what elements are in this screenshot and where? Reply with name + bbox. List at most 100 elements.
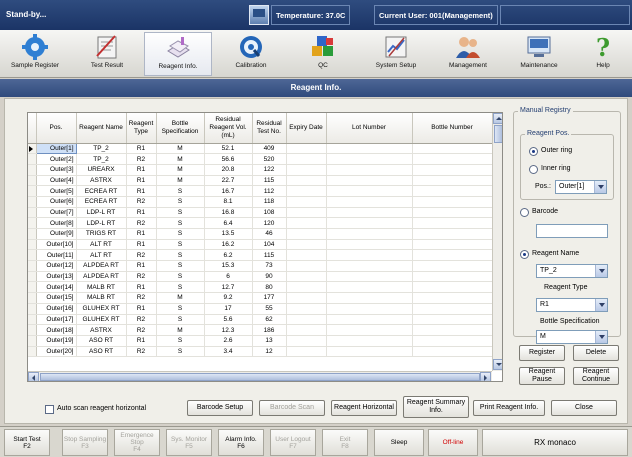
chevron-down-icon[interactable] (594, 181, 606, 193)
table-row[interactable]: Outer[19] ASO RT R1 S 2.6 13 (28, 335, 493, 347)
chevron-down-icon[interactable] (595, 299, 607, 311)
monitor-icon[interactable] (249, 5, 269, 25)
table-cell: M (156, 175, 205, 187)
user-logout-key[interactable]: User Logout F7 (270, 429, 316, 456)
column-header[interactable]: Residual Test No. (252, 113, 287, 144)
toolbar-sample-register[interactable]: Sample Register (2, 32, 68, 76)
toolbar-qc[interactable]: QC (290, 32, 356, 76)
sleep-key[interactable]: Sleep (374, 429, 424, 456)
outer-ring-radio[interactable] (529, 147, 538, 156)
main-toolbar: Sample Register Test Result Reagent Info… (0, 30, 632, 78)
delete-button[interactable]: Delete (573, 345, 619, 361)
table-row[interactable]: Outer[18] ASTRX R2 M 12.3 186 (28, 324, 493, 336)
reagent-type-select[interactable]: R1 (536, 298, 608, 312)
table-row[interactable]: Outer[11] ALT RT R2 S 6.2 115 (28, 249, 493, 262)
scroll-left-button[interactable] (28, 372, 39, 381)
table-cell: 112 (252, 185, 287, 197)
table-row[interactable]: Outer[14] MALB RT R1 S 12.7 80 (28, 281, 493, 294)
reagent-pause-button[interactable]: Reagent Pause (519, 367, 565, 385)
column-header[interactable]: Bottle Number (412, 113, 493, 144)
table-row[interactable]: Outer[4] ASTRX R1 M 22.7 115 (28, 175, 493, 187)
pos-select[interactable]: Outer[1] (555, 180, 607, 194)
chevron-down-icon[interactable] (595, 331, 607, 343)
barcode-radio[interactable] (520, 208, 529, 217)
column-header[interactable]: Pos. (36, 113, 77, 144)
auto-scan-checkbox[interactable] (45, 405, 54, 414)
table-row[interactable]: Outer[16] GLUHEX RT R1 S 17 55 (28, 303, 493, 315)
table-cell: 6.4 (204, 217, 253, 229)
bottle-spec-select[interactable]: M (536, 330, 608, 344)
table-row[interactable]: Outer[8] LDP-L RT R2 S 6.4 120 (28, 217, 493, 229)
table-row[interactable]: Outer[15] MALB RT R2 M 9.2 177 (28, 292, 493, 304)
scroll-up-button[interactable] (493, 113, 502, 124)
table-row[interactable]: Outer[13] ALPDEA RT R2 S 6 90 (28, 271, 493, 283)
table-row[interactable]: Outer[17] GLUHEX RT R2 S 5.6 62 (28, 314, 493, 326)
barcode-setup-button[interactable]: Barcode Setup (187, 400, 253, 416)
table-cell: S (156, 207, 205, 219)
reagent-name-select[interactable]: TP_2 (536, 264, 608, 278)
table-vertical-scrollbar[interactable] (492, 113, 502, 371)
column-header[interactable]: Reagent Name (76, 113, 127, 144)
table-row[interactable]: Outer[2] TP_2 R2 M 56.6 520 (28, 153, 493, 165)
table-cell: GLUHEX RT (76, 314, 127, 326)
table-cell (286, 335, 327, 347)
scroll-down-button[interactable] (493, 359, 502, 370)
table-row[interactable]: Outer[6] ECREA RT R2 S 8.1 118 (28, 196, 493, 208)
scroll-right-button[interactable] (480, 372, 491, 381)
table-cell: ASO RT (76, 335, 127, 347)
alarm-info-key[interactable]: Alarm Info. F6 (218, 429, 264, 456)
register-button[interactable]: Register (519, 345, 565, 361)
barcode-scan-button[interactable]: Barcode Scan (259, 400, 325, 416)
table-row[interactable]: Outer[3] UREARX R1 M 20.8 122 (28, 164, 493, 176)
reagent-name-radio[interactable] (520, 250, 529, 259)
toolbar-management[interactable]: Management (434, 32, 502, 76)
column-header[interactable]: Bottle Specification (156, 113, 205, 144)
exit-key[interactable]: Exit F8 (322, 429, 368, 456)
table-cell: R1 (126, 207, 157, 219)
reagent-summary-button[interactable]: Reagent Summary Info. (403, 396, 469, 418)
row-indicator-header (28, 113, 37, 144)
table-cell (286, 239, 327, 251)
scroll-thumb[interactable] (40, 373, 480, 381)
table-row[interactable]: Outer[12] ALPDEA RT R1 S 15.3 73 (28, 260, 493, 272)
inner-ring-radio[interactable] (529, 165, 538, 174)
start-test-key[interactable]: Start Test F2 (4, 429, 50, 456)
reagent-horizontal-button[interactable]: Reagent Horizontal (331, 400, 397, 416)
stop-sampling-key[interactable]: Stop Sampling F3 (62, 429, 108, 456)
table-cell (286, 228, 327, 240)
barcode-input[interactable] (536, 224, 608, 238)
scroll-thumb[interactable] (494, 125, 502, 143)
column-header[interactable]: Lot Number (326, 113, 413, 144)
table-cell (286, 153, 327, 165)
toolbar-calibration[interactable]: Calibration (218, 32, 284, 76)
chevron-down-icon[interactable] (595, 265, 607, 277)
table-cell (326, 335, 413, 347)
system-status: Stand-by... (6, 10, 47, 19)
row-indicator (28, 281, 37, 294)
sys-monitor-key[interactable]: Sys. Monitor F5 (166, 429, 212, 456)
table-cell: TRIGS RT (76, 228, 127, 240)
table-cell: 20.8 (204, 164, 253, 176)
table-row[interactable]: Outer[10] ALT RT R1 S 16.2 104 (28, 239, 493, 251)
emergence-stop-key[interactable]: Emergence Stop F4 (114, 429, 160, 456)
auto-scan-label: Auto scan reagent horizontal (57, 405, 147, 412)
table-row[interactable]: Outer[1] TP_2 R1 M 52.1 409 (28, 142, 493, 155)
toolbar-maintenance[interactable]: Maintenance (506, 32, 572, 76)
column-header[interactable]: Residual Reagent Vol.(mL) (204, 113, 253, 144)
column-header[interactable]: Reagent Type (126, 113, 157, 144)
close-button[interactable]: Close (551, 400, 617, 416)
print-reagent-button[interactable]: Print Reagent Info. (473, 400, 545, 416)
table-row[interactable]: Outer[7] LDP-L RT R1 S 16.8 108 (28, 207, 493, 219)
table-cell: Outer[12] (36, 260, 77, 272)
column-header[interactable]: Expiry Date (286, 113, 327, 144)
table-row[interactable]: Outer[5] ECREA RT R1 S 16.7 112 (28, 185, 493, 197)
toolbar-system-setup[interactable]: System Setup (362, 32, 430, 76)
toolbar-test-result[interactable]: Test Result (74, 32, 140, 76)
table-horizontal-scrollbar[interactable] (28, 371, 492, 381)
toolbar-help[interactable]: ? Help (576, 32, 630, 76)
toolbar-reagent-info[interactable]: Reagent Info. (144, 32, 212, 76)
table-row[interactable]: Outer[9] TRIGS RT R1 S 13.5 46 (28, 228, 493, 240)
reagent-continue-button[interactable]: Reagent Continue (573, 367, 619, 385)
table-row[interactable]: Outer[20] ASO RT R2 S 3.4 12 (28, 346, 493, 358)
table-cell: 6.2 (204, 249, 253, 262)
